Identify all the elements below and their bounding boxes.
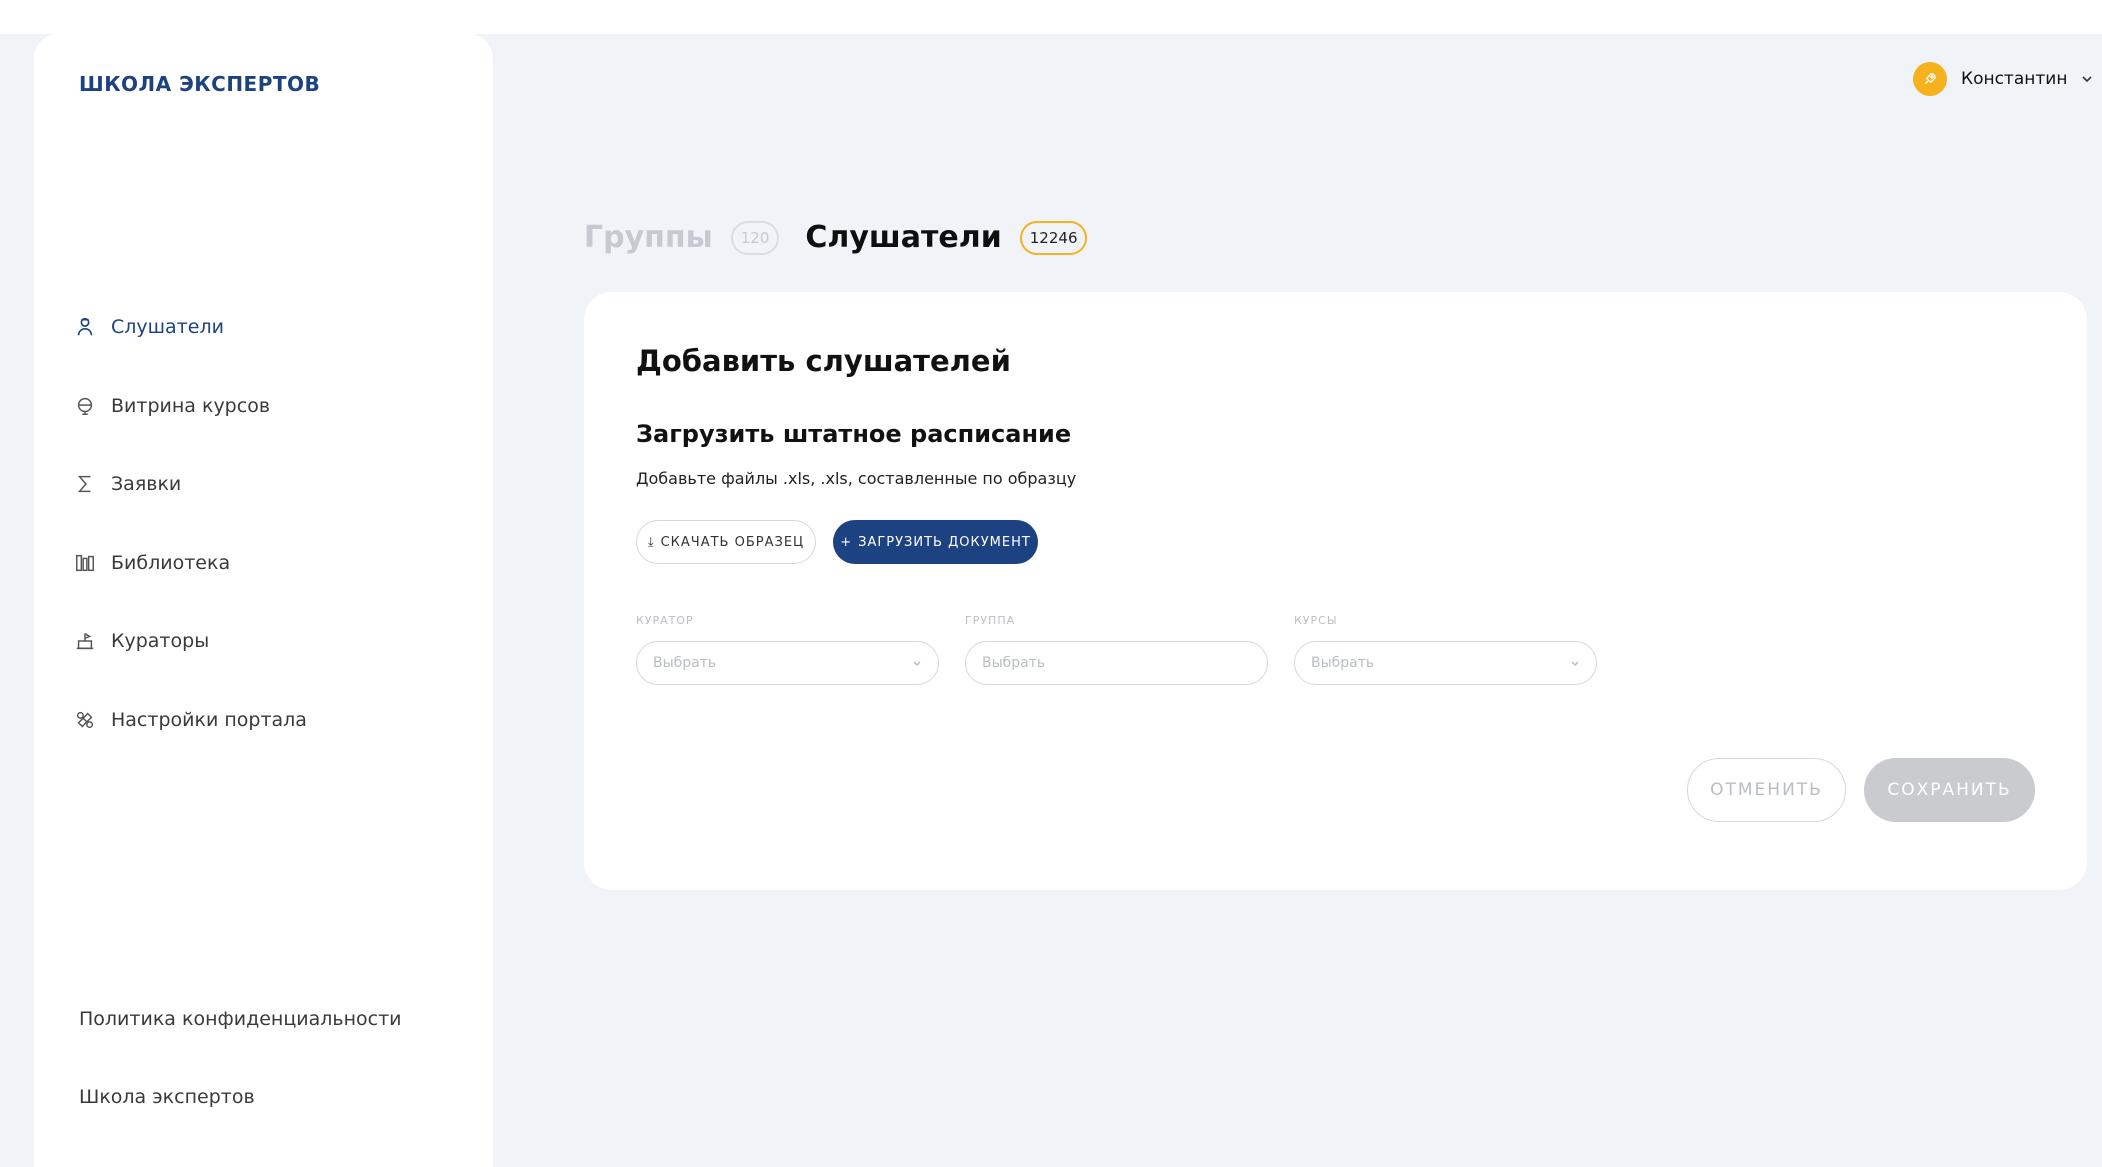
plus-icon: + xyxy=(840,534,853,550)
upload-document-button[interactable]: + ЗАГРУЗИТЬ ДОКУМЕНТ xyxy=(833,520,1038,564)
upload-document-label: ЗАГРУЗИТЬ ДОКУМЕНТ xyxy=(858,534,1031,550)
sidebar-item-listeners[interactable]: Слушатели xyxy=(74,312,307,342)
courses-label: КУРСЫ xyxy=(1294,614,1338,627)
sidebar-item-curators[interactable]: Кураторы xyxy=(74,626,307,656)
listeners-count-badge: 12246 xyxy=(1019,220,1088,255)
sidebar-footer: Политика конфиденциальности Школа экспер… xyxy=(79,1008,402,1164)
user-name: Константин xyxy=(1961,69,2068,89)
user-menu[interactable]: Константин xyxy=(1913,62,2093,96)
curator-select[interactable]: Выбрать xyxy=(636,641,939,685)
sigma-icon xyxy=(74,473,96,495)
chevron-down-icon xyxy=(1571,661,1579,667)
courses-select[interactable]: Выбрать xyxy=(1294,641,1597,685)
tab-groups[interactable]: Группы xyxy=(584,220,713,255)
listeners-icon xyxy=(74,316,96,338)
sidebar-item-label: Слушатели xyxy=(111,316,224,338)
sidebar-item-label: Заявки xyxy=(111,473,182,495)
courses-field: КУРСЫ Выбрать xyxy=(1294,614,1597,685)
logo[interactable]: Школа экспертов xyxy=(79,72,320,96)
add-listeners-card: Добавить слушателей Загрузить штатное ра… xyxy=(584,292,2087,890)
group-label: ГРУППА xyxy=(965,614,1016,627)
tab-listeners[interactable]: Слушатели xyxy=(805,220,1001,255)
chevron-down-icon xyxy=(913,661,921,667)
group-placeholder: Выбрать xyxy=(982,655,1046,671)
group-select[interactable]: Выбрать xyxy=(965,641,1268,685)
download-icon: ⤓ xyxy=(647,534,655,550)
sidebar-item-label: Библиотека xyxy=(111,551,231,574)
sidebar: Школа экспертов Слушатели Витрина курсов xyxy=(34,34,493,1167)
sidebar-item-library[interactable]: Библиотека xyxy=(74,548,307,578)
sidebar-item-portal-settings[interactable]: Настройки портала xyxy=(74,705,307,735)
courses-placeholder: Выбрать xyxy=(1311,655,1375,671)
tabs: Группы 120 Слушатели 12246 xyxy=(584,220,1088,255)
section-description: Добавьте файлы .xls, .xls, составленные … xyxy=(636,469,1077,488)
sidebar-item-courses-showcase[interactable]: Витрина курсов xyxy=(74,391,307,421)
sidebar-item-label: Витрина курсов xyxy=(111,394,271,417)
download-sample-label: СКАЧАТЬ ОБРАЗЕЦ xyxy=(660,534,805,550)
curator-field: КУРАТОР Выбрать xyxy=(636,614,939,685)
groups-count-badge: 120 xyxy=(730,220,780,255)
cancel-button[interactable]: ОТМЕНИТЬ xyxy=(1687,758,1846,822)
curator-placeholder: Выбрать xyxy=(653,655,717,671)
sidebar-nav: Слушатели Витрина курсов Заявки Библиоте… xyxy=(74,312,307,783)
download-sample-button[interactable]: ⤓ СКАЧАТЬ ОБРАЗЕЦ xyxy=(636,520,816,564)
card-title: Добавить слушателей xyxy=(636,344,1011,378)
save-button[interactable]: СОХРАНИТЬ xyxy=(1864,758,2035,822)
avatar xyxy=(1913,62,1947,96)
group-field: ГРУППА Выбрать xyxy=(965,614,1268,685)
chevron-down-icon xyxy=(2082,76,2093,83)
sidebar-item-label: Кураторы xyxy=(111,630,210,652)
section-title: Загрузить штатное расписание xyxy=(636,420,1072,448)
school-link[interactable]: Школа экспертов xyxy=(79,1086,402,1116)
rocket-icon xyxy=(1924,72,1937,85)
curator-label: КУРАТОР xyxy=(636,614,694,627)
top-strip xyxy=(0,0,2102,34)
curators-icon xyxy=(74,630,96,652)
settings-icon xyxy=(74,709,96,731)
library-icon xyxy=(74,552,96,574)
privacy-policy-link[interactable]: Политика конфиденциальности xyxy=(79,1008,402,1038)
courses-showcase-icon xyxy=(74,395,96,417)
sidebar-item-requests[interactable]: Заявки xyxy=(74,469,307,499)
sidebar-item-label: Настройки портала xyxy=(111,708,307,731)
